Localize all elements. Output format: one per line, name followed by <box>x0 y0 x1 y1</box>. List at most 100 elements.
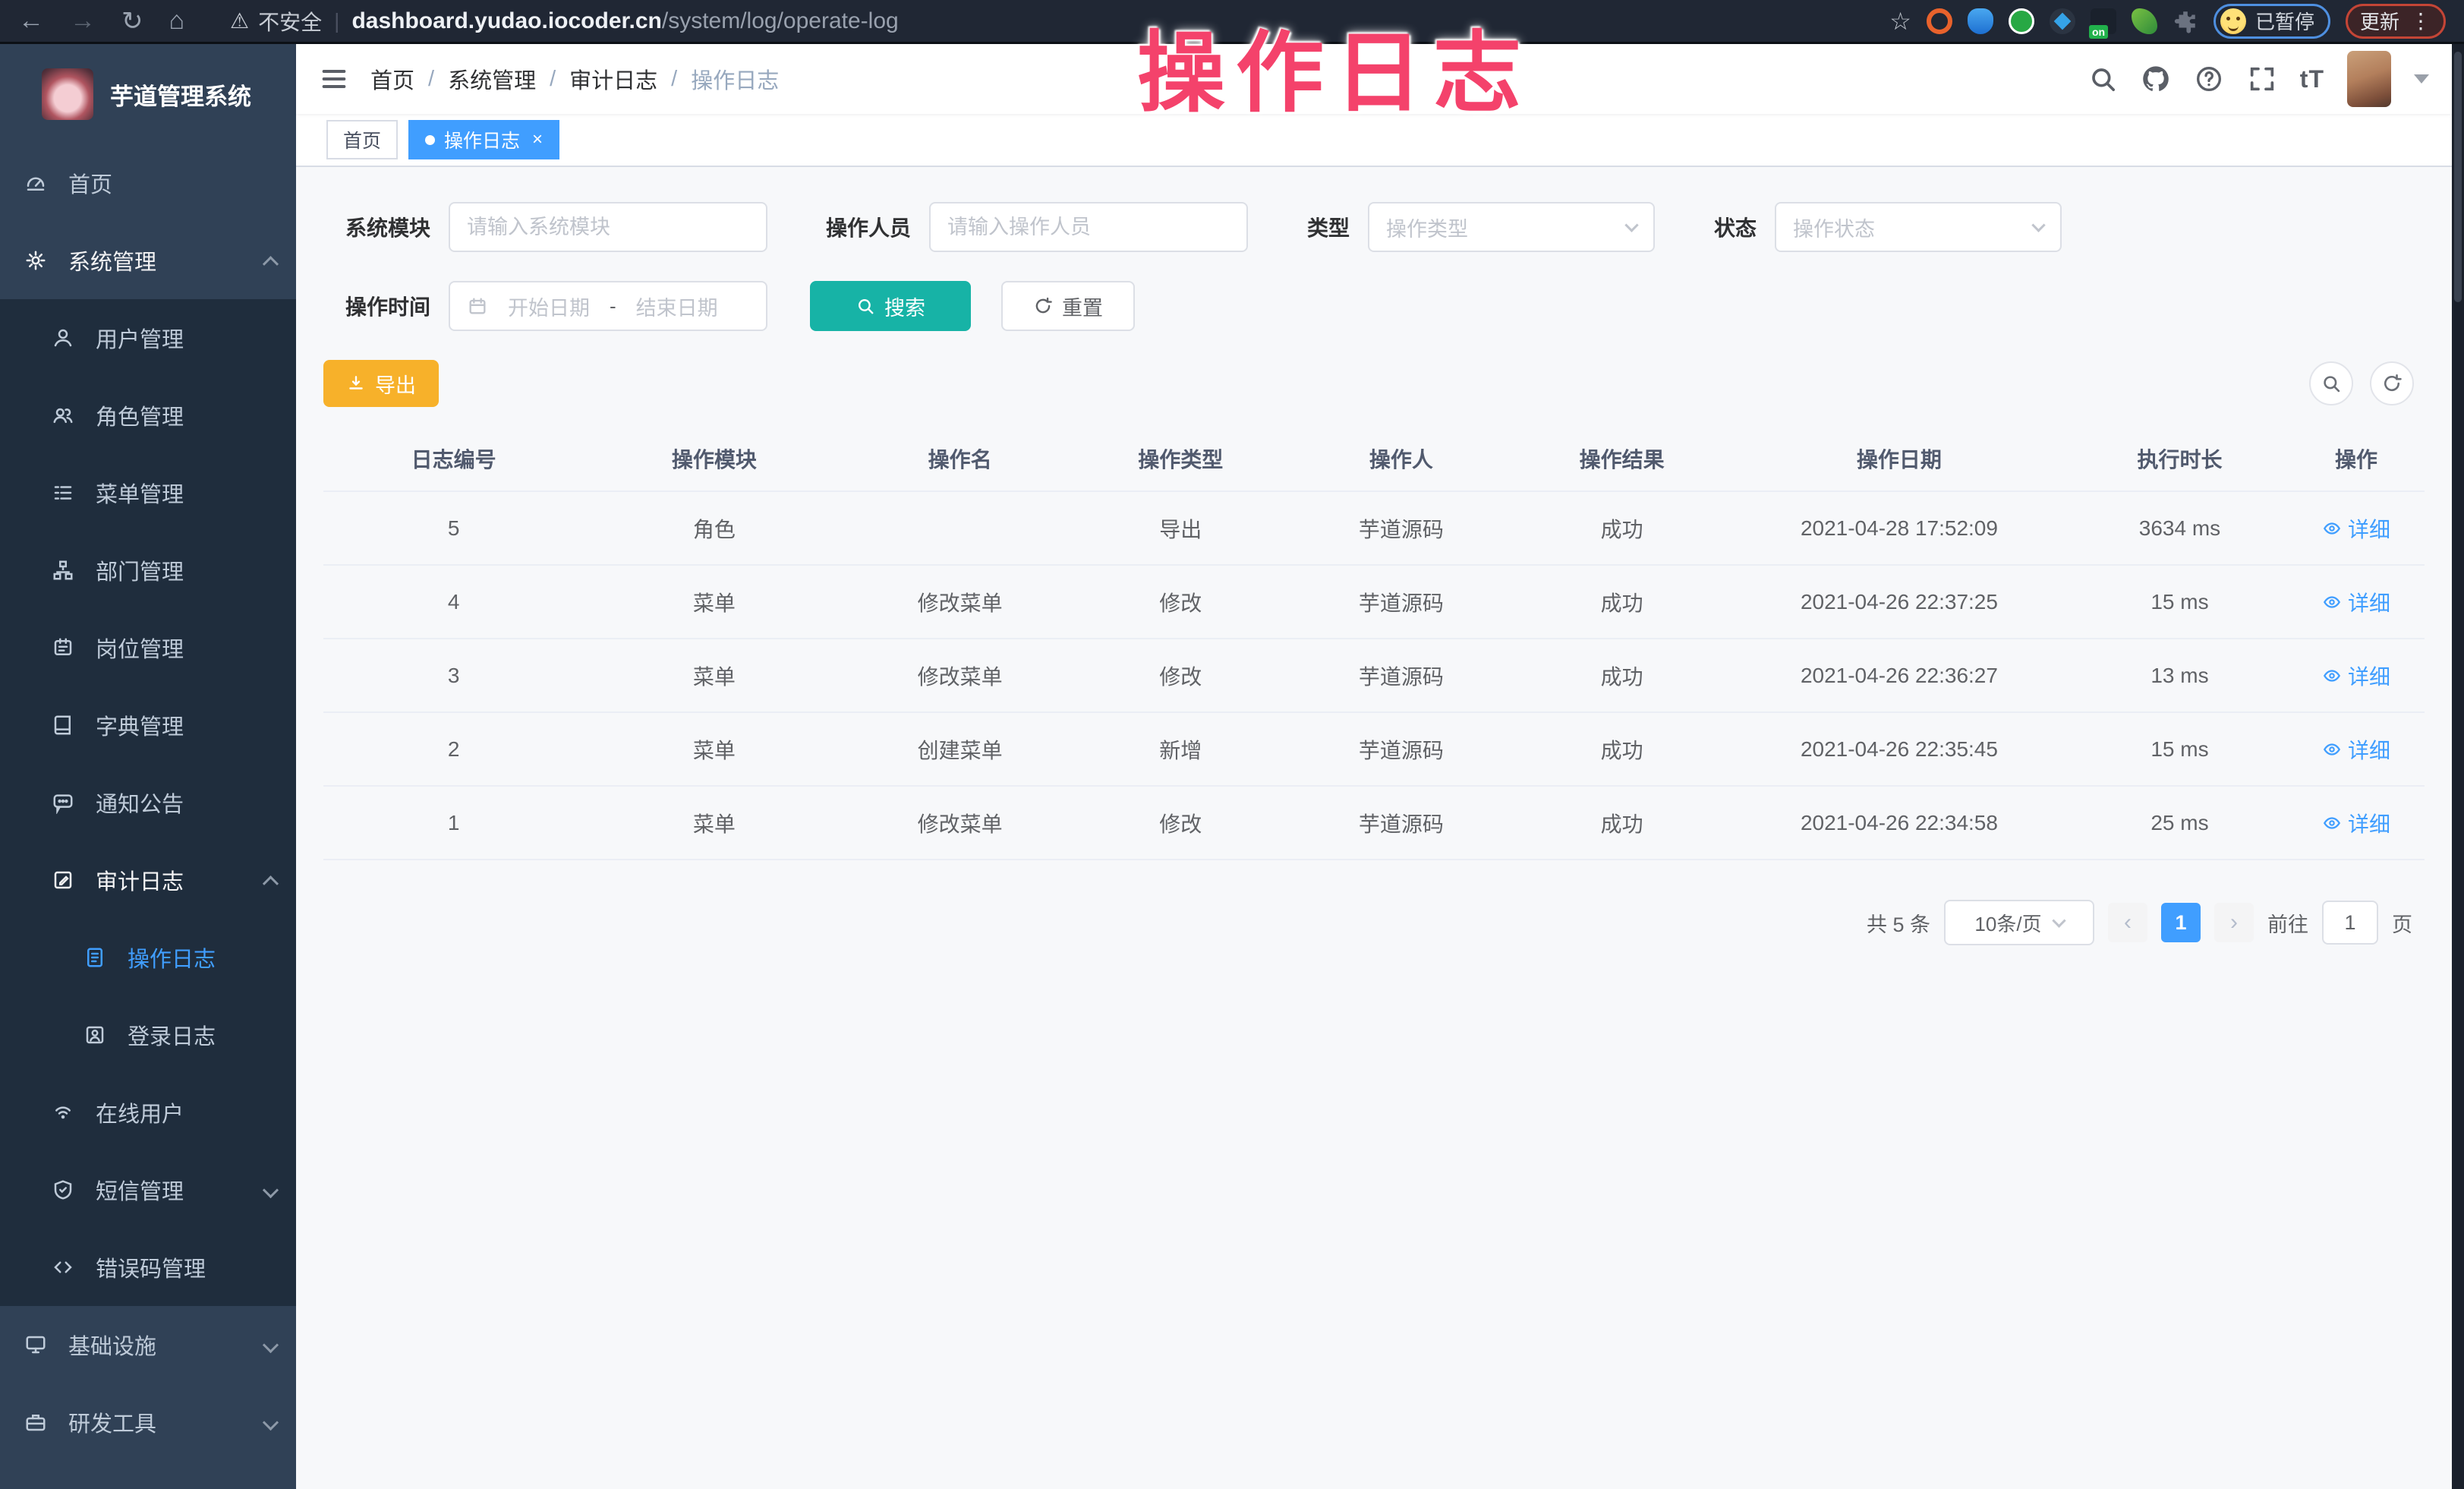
export-button[interactable]: 导出 <box>323 360 439 407</box>
system-management-submenu: 用户管理 角色管理 菜单管理 部门管理 岗位管理 <box>0 299 296 1306</box>
breadcrumb-home[interactable]: 首页 <box>370 63 414 95</box>
page-1-button[interactable]: 1 <box>2161 903 2201 942</box>
help-icon[interactable] <box>2194 64 2224 94</box>
cell-date: 2021-04-26 22:37:25 <box>1727 565 2072 639</box>
extension-gem-icon[interactable] <box>2050 8 2075 34</box>
avatar-caret-icon[interactable] <box>2414 74 2429 84</box>
tab-home[interactable]: 首页 <box>326 120 398 159</box>
chevron-down-icon <box>2052 913 2065 927</box>
tab-label: 首页 <box>343 126 381 153</box>
sidebar-item-label: 在线用户 <box>96 1096 184 1128</box>
cell-result: 成功 <box>1517 565 1727 639</box>
detail-link[interactable]: 详细 <box>2322 513 2390 544</box>
sidebar-item-online-users[interactable]: 在线用户 <box>0 1074 296 1151</box>
cell-duration: 25 ms <box>2072 786 2288 860</box>
cell-log-id: 1 <box>323 786 584 860</box>
column-header-name: 操作名 <box>844 427 1075 491</box>
sidebar-item-label: 岗位管理 <box>96 632 184 664</box>
module-input[interactable] <box>467 216 749 239</box>
refresh-table-button[interactable] <box>2370 361 2414 405</box>
search-button[interactable]: 搜索 <box>810 281 971 331</box>
extension-pin-icon[interactable] <box>1968 8 1993 34</box>
breadcrumb-audit-log[interactable]: 审计日志 <box>569 63 657 95</box>
table-row: 5 角色 导出 芋道源码 成功 2021-04-28 17:52:09 3634… <box>323 491 2425 565</box>
sidebar-item-notice[interactable]: 通知公告 <box>0 764 296 841</box>
breadcrumb-system-management[interactable]: 系统管理 <box>448 63 536 95</box>
prev-page-button[interactable]: ‹ <box>2108 903 2147 942</box>
login-log-icon <box>83 1024 106 1046</box>
detail-link[interactable]: 详细 <box>2322 661 2390 691</box>
type-select[interactable]: 操作类型 <box>1368 202 1655 252</box>
back-button[interactable]: ← <box>18 6 44 36</box>
sidebar-toggle-icon[interactable] <box>319 64 349 94</box>
extensions-puzzle-icon[interactable] <box>2173 8 2198 34</box>
sidebar-item-sms-management[interactable]: 短信管理 <box>0 1151 296 1229</box>
chevron-down-icon <box>263 1414 279 1430</box>
bookmark-star-icon[interactable]: ☆ <box>1889 7 1911 36</box>
fullscreen-icon[interactable] <box>2247 64 2277 94</box>
sidebar-item-system-management[interactable]: 系统管理 <box>0 222 296 299</box>
detail-link[interactable]: 详细 <box>2322 808 2390 838</box>
goto-page-input[interactable] <box>2322 901 2378 945</box>
operator-input-wrap <box>929 202 1248 252</box>
date-range-picker[interactable]: 开始日期 - 结束日期 <box>449 281 767 331</box>
forward-button[interactable]: → <box>70 6 96 36</box>
extension-switch-icon[interactable]: on <box>2091 8 2116 34</box>
home-button[interactable]: ⌂ <box>169 6 185 36</box>
cell-duration: 15 ms <box>2072 712 2288 786</box>
sidebar-item-role-management[interactable]: 角色管理 <box>0 377 296 454</box>
profile-paused-badge[interactable]: 已暂停 <box>2214 4 2330 39</box>
table-toolbar: 导出 <box>323 360 2425 407</box>
address-bar[interactable]: ⚠ 不安全 | dashboard.yudao.iocoder.cn/syste… <box>230 6 899 36</box>
next-page-button[interactable]: › <box>2214 903 2254 942</box>
sidebar-item-dict-management[interactable]: 字典管理 <box>0 686 296 764</box>
page-scrollbar[interactable] <box>2452 44 2464 1489</box>
status-select[interactable]: 操作状态 <box>1775 202 2062 252</box>
reload-button[interactable]: ↻ <box>121 6 143 36</box>
sidebar-item-infrastructure[interactable]: 基础设施 <box>0 1306 296 1383</box>
font-size-icon[interactable]: tT <box>2300 65 2324 93</box>
detail-link[interactable]: 详细 <box>2322 587 2390 617</box>
browser-menu-icon[interactable]: ⋮ <box>2410 8 2431 33</box>
sidebar-item-operate-log[interactable]: 操作日志 <box>0 919 296 996</box>
cell-module: 菜单 <box>584 786 844 860</box>
tab-close-icon[interactable]: × <box>532 131 543 149</box>
extension-leaf-icon[interactable] <box>2132 8 2157 34</box>
reset-button[interactable]: 重置 <box>1001 281 1135 331</box>
extension-ring-icon[interactable] <box>1927 8 1952 34</box>
logo-image <box>42 68 93 120</box>
table-row: 2 菜单 创建菜单 新增 芋道源码 成功 2021-04-26 22:35:45… <box>323 712 2425 786</box>
detail-link[interactable]: 详细 <box>2322 734 2390 765</box>
type-placeholder: 操作类型 <box>1386 213 1468 242</box>
update-button[interactable]: 更新 ⋮ <box>2346 4 2446 39</box>
sidebar-item-error-code-management[interactable]: 错误码管理 <box>0 1229 296 1306</box>
eye-icon <box>2322 740 2342 759</box>
sidebar-item-home[interactable]: 首页 <box>0 144 296 222</box>
extension-green-icon[interactable] <box>2009 8 2034 34</box>
sidebar-item-dev-tools[interactable]: 研发工具 <box>0 1383 296 1461</box>
column-header-log-id: 日志编号 <box>323 427 584 491</box>
sidebar-item-user-management[interactable]: 用户管理 <box>0 299 296 377</box>
toggle-search-button[interactable] <box>2309 361 2353 405</box>
sidebar-item-audit-log[interactable]: 审计日志 <box>0 841 296 919</box>
cell-name: 创建菜单 <box>844 712 1075 786</box>
shield-icon <box>52 1178 74 1201</box>
range-separator: - <box>610 295 616 318</box>
github-icon[interactable] <box>2141 64 2171 94</box>
page-size-select[interactable]: 10条/页 <box>1944 900 2094 945</box>
sidebar-item-login-log[interactable]: 登录日志 <box>0 996 296 1074</box>
module-input-wrap <box>449 202 767 252</box>
tab-operate-log[interactable]: 操作日志 × <box>408 120 559 159</box>
cell-type: 修改 <box>1076 639 1286 712</box>
scrollbar-thumb[interactable] <box>2454 52 2462 302</box>
end-date-placeholder: 结束日期 <box>636 292 718 321</box>
sidebar-item-menu-management[interactable]: 菜单管理 <box>0 454 296 532</box>
sidebar-item-dept-management[interactable]: 部门管理 <box>0 532 296 609</box>
sidebar-logo[interactable]: 芋道管理系统 <box>0 44 296 144</box>
sidebar-item-post-management[interactable]: 岗位管理 <box>0 609 296 686</box>
operator-input[interactable] <box>947 216 1230 239</box>
column-header-type: 操作类型 <box>1076 427 1286 491</box>
user-avatar[interactable] <box>2347 51 2391 107</box>
search-button-label: 搜索 <box>884 292 925 321</box>
search-icon[interactable] <box>2087 64 2118 94</box>
